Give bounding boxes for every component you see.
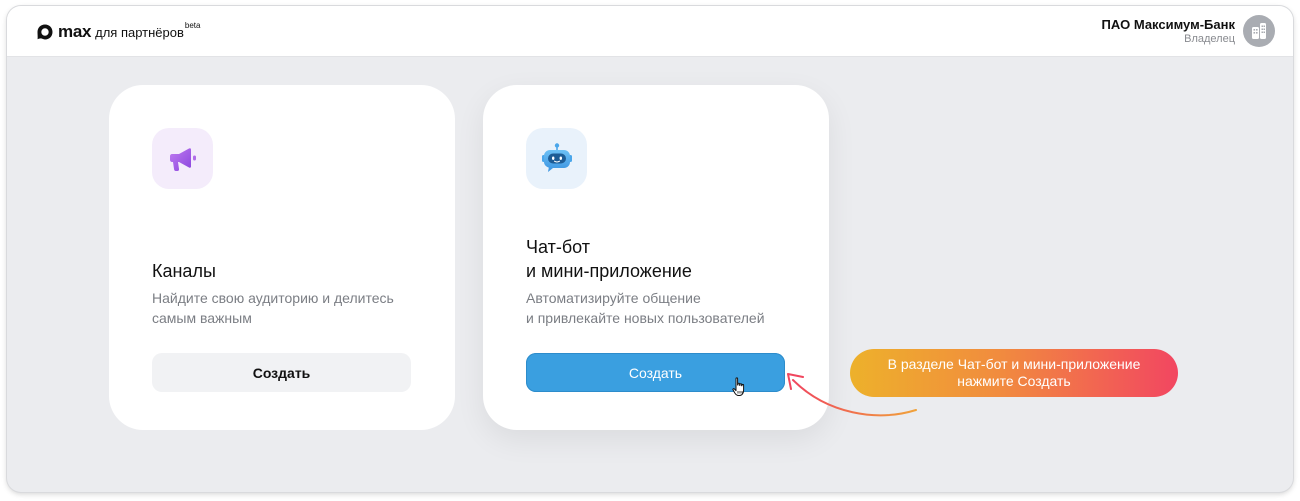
annotation-arrow [787, 373, 917, 417]
hint-callout: В разделе Чат-бот и мини-приложение нажм… [850, 349, 1178, 397]
app-window: max для партнёров beta ПАО Максимум-Банк… [7, 6, 1293, 492]
hand-cursor-icon [732, 377, 745, 396]
